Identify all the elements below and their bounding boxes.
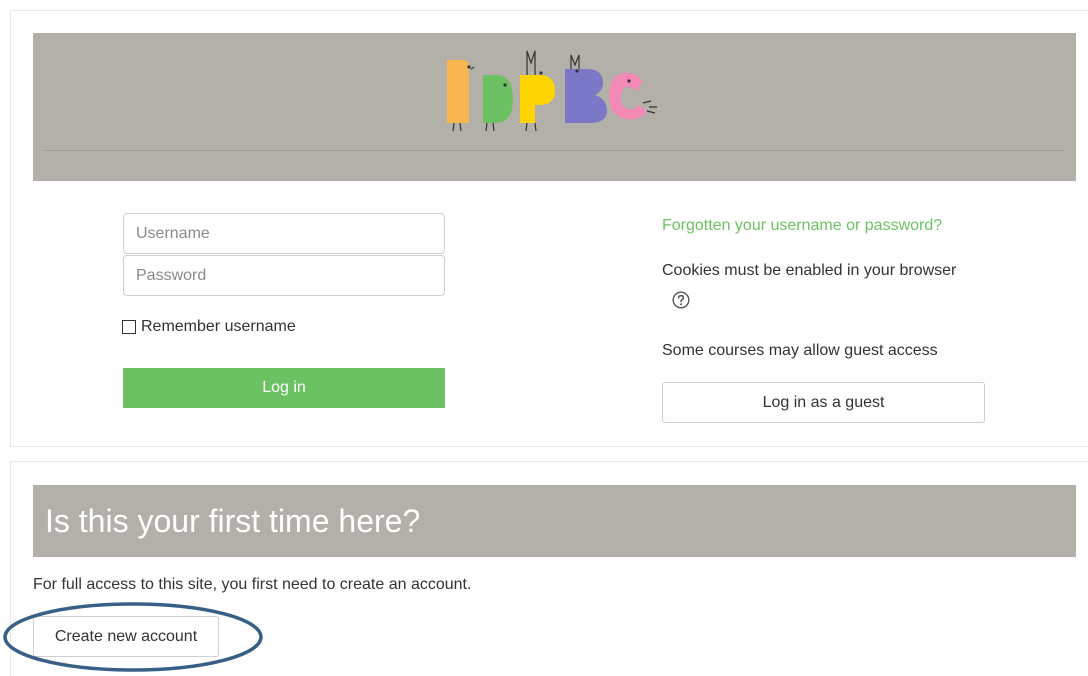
forgot-password-link[interactable]: Forgotten your username or password? [662,217,942,235]
site-logo [447,50,657,132]
login-button[interactable]: Log in [123,368,445,408]
guest-login-button[interactable]: Log in as a guest [662,382,985,423]
header-banner [33,33,1076,181]
login-page: Remember username Log in Forgotten your … [0,0,1088,676]
create-account-button[interactable]: Create new account [33,616,219,657]
signup-title: Is this your first time here? [45,503,421,539]
signup-banner: Is this your first time here? [33,485,1076,557]
cookies-notice: Cookies must be enabled in your browser [662,262,957,279]
username-input[interactable] [123,213,445,254]
password-input[interactable] [123,255,445,296]
remember-username-checkbox[interactable] [122,320,136,334]
help-circle-icon[interactable] [672,291,690,309]
banner-divider [45,150,1064,151]
remember-username-row[interactable]: Remember username [122,318,296,336]
guest-access-notice: Some courses may allow guest access [662,342,938,359]
signup-description: For full access to this site, you first … [33,576,472,593]
remember-username-label: Remember username [141,318,296,335]
